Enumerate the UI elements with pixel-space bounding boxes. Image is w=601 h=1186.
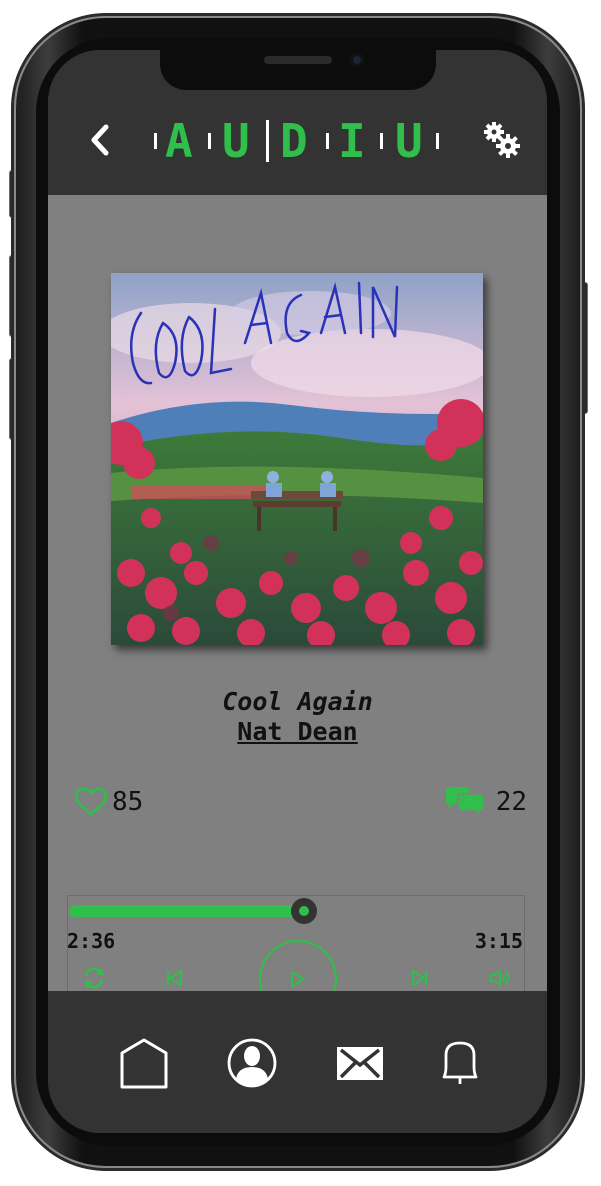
next-button[interactable] [410, 968, 430, 992]
elapsed-time: 2:36 [67, 929, 116, 953]
logo-letter: A [165, 114, 193, 168]
artist-link[interactable]: Nat Dean [48, 717, 547, 746]
logo-divider [208, 133, 211, 149]
settings-button[interactable] [482, 120, 522, 160]
front-camera [350, 53, 364, 67]
notifications-icon [442, 1041, 478, 1084]
nav-notifications[interactable] [434, 1037, 486, 1089]
heart-icon [74, 787, 108, 816]
logo-divider [326, 133, 329, 149]
repeat-button[interactable] [82, 966, 106, 994]
progress-bar[interactable] [69, 898, 525, 924]
logo-divider [154, 133, 157, 149]
chevron-left-icon [91, 124, 109, 156]
total-duration: 3:15 [474, 929, 523, 953]
app-screen: A U D I U Cool Again Nat Dean 85 22 2:36… [48, 50, 547, 1133]
progress-thumb[interactable] [291, 898, 317, 924]
nav-messages[interactable] [334, 1037, 386, 1089]
earpiece-speaker [264, 56, 332, 64]
home-icon [120, 1038, 168, 1089]
comments-button[interactable]: 22 [444, 785, 527, 819]
nav-profile[interactable] [226, 1037, 278, 1089]
repeat-icon [84, 967, 104, 989]
logo-divider [266, 120, 269, 162]
song-title: Cool Again [222, 687, 373, 716]
like-button[interactable]: 85 [74, 785, 143, 819]
logo-letter: U [222, 114, 250, 168]
logo-letter: D [280, 114, 308, 168]
skip-back-icon [166, 970, 182, 986]
skip-forward-icon [412, 970, 428, 986]
chat-bubbles-icon [445, 787, 485, 818]
logo-letter: I [338, 114, 366, 168]
previous-button[interactable] [164, 968, 184, 992]
album-art [111, 273, 483, 645]
logo-letter: U [395, 114, 423, 168]
mail-icon [337, 1047, 383, 1080]
bottom-navigation [48, 991, 547, 1133]
gears-icon [484, 122, 520, 158]
nav-home[interactable] [118, 1037, 170, 1089]
comment-count: 22 [495, 787, 527, 817]
profile-icon [227, 1038, 277, 1088]
volume-icon [490, 970, 509, 986]
progress-fill [69, 905, 304, 917]
back-button[interactable] [86, 122, 116, 158]
now-playing-panel: Cool Again Nat Dean 85 22 2:36 3:15 [48, 195, 547, 1019]
logo-divider [436, 133, 439, 149]
volume-button[interactable] [489, 968, 513, 992]
app-logo: A U D I U [148, 114, 448, 168]
logo-divider [380, 133, 383, 149]
like-count: 85 [112, 787, 144, 817]
phone-notch [160, 50, 436, 90]
